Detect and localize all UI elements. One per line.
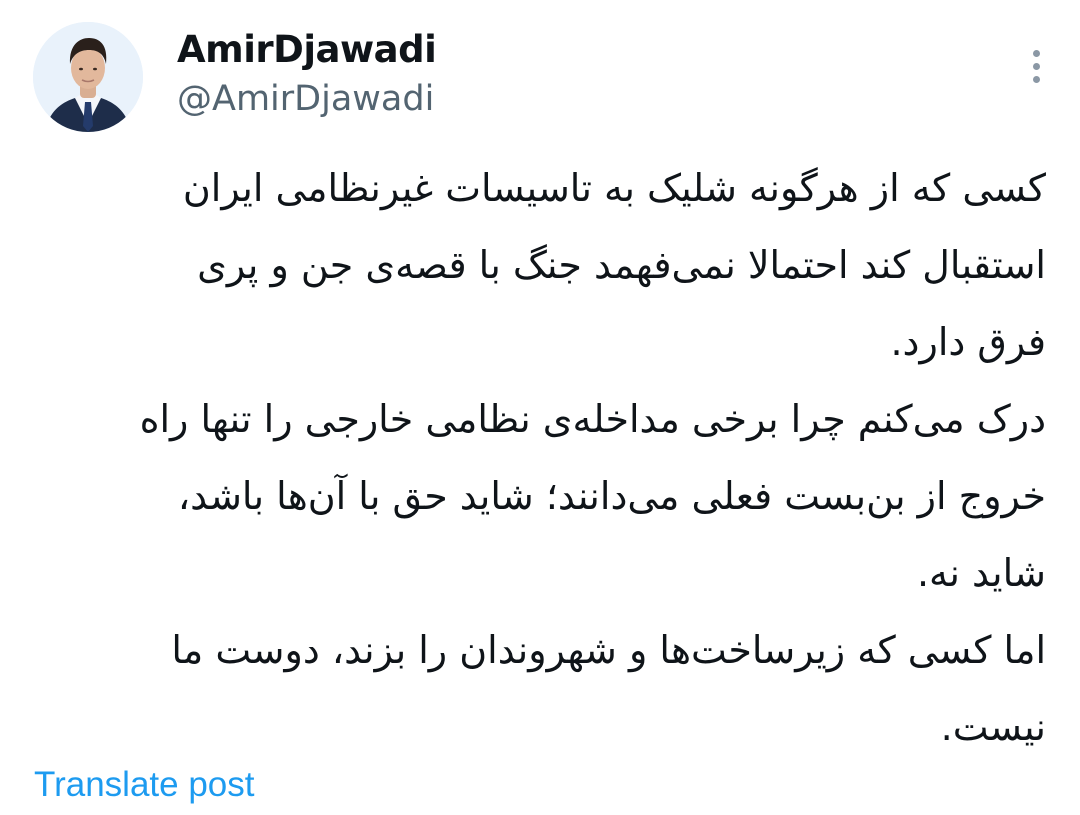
tweet-line: اما کسی که زیرساخت‌ها و شهروندان را بزند… (171, 628, 1046, 672)
author-handle[interactable]: @AmirDjawadi (177, 76, 436, 122)
tweet-line: کسی که از هرگونه شلیک به تاسیسات غیرنظام… (182, 166, 1046, 210)
tweet-line: درک می‌کنم چرا برخی مداخله‌ی نظامی خارجی… (139, 397, 1046, 441)
tweet-header: AmirDjawadi @AmirDjawadi (33, 22, 1050, 137)
profile-photo-icon (33, 22, 143, 132)
tweet-line: فرق دارد. (890, 320, 1046, 364)
more-options-button[interactable] (1022, 44, 1050, 88)
tweet-line: استقبال کند احتمالا نمی‌فهمد جنگ با قصه‌… (197, 243, 1046, 287)
tweet-text: کسی که از هرگونه شلیک به تاسیسات غیرنظام… (30, 150, 1046, 766)
author-display-name[interactable]: AmirDjawadi (177, 28, 437, 72)
tweet-line: خروج از بن‌بست فعلی می‌دانند؛ شاید حق با… (177, 474, 1046, 518)
more-vertical-icon-dot (1032, 75, 1040, 83)
more-vertical-icon-dot (1032, 62, 1040, 70)
tweet-line: نیست. (940, 705, 1046, 749)
avatar[interactable] (33, 22, 143, 132)
translate-post-link[interactable]: Translate post (34, 763, 254, 807)
more-vertical-icon (1032, 49, 1040, 57)
tweet-line: شاید نه. (916, 551, 1046, 595)
author-names: AmirDjawadi @AmirDjawadi (177, 28, 437, 122)
